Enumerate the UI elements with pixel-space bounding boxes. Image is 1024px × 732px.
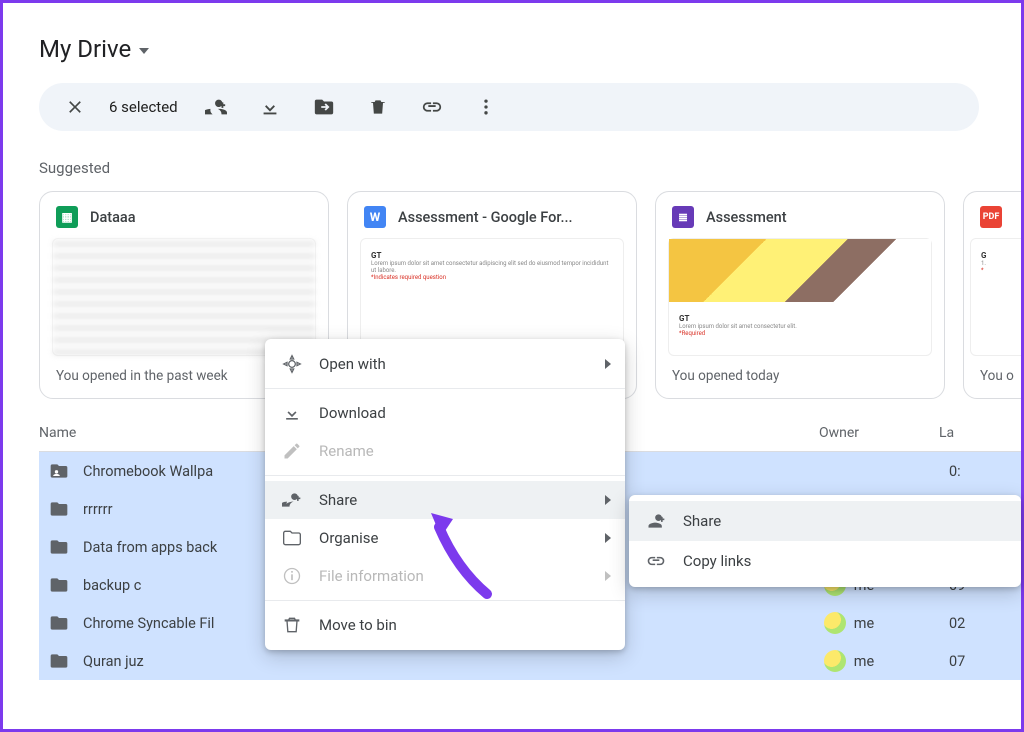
suggested-heading: Suggested — [39, 159, 1021, 177]
column-owner[interactable]: Owner — [739, 425, 939, 441]
card-title: Assessment — [706, 209, 787, 226]
file-name: rrrrrr — [83, 501, 112, 518]
card-preview: G1.* — [970, 238, 1021, 356]
file-name: Chrome Syncable Fil — [83, 615, 214, 632]
location-breadcrumb[interactable]: My Drive — [39, 27, 1021, 83]
trash-icon — [281, 614, 303, 636]
chevron-right-icon — [605, 495, 611, 505]
owner-name: me — [854, 653, 874, 670]
avatar — [824, 650, 846, 672]
chevron-right-icon — [605, 571, 611, 581]
file-name: Chromebook Wallpa — [83, 463, 213, 480]
last-modified: 0: — [949, 463, 1021, 480]
last-modified: 07 — [949, 653, 1021, 670]
selection-count: 6 selected — [109, 98, 178, 116]
owner-name: me — [854, 615, 874, 632]
chevron-right-icon — [605, 533, 611, 543]
chevron-right-icon — [605, 359, 611, 369]
context-menu: Open with Download Rename Share Organise… — [265, 339, 625, 650]
more-actions-button[interactable] — [466, 87, 506, 127]
ctx-label: Copy links — [683, 552, 751, 570]
pdf-icon: PDF — [980, 206, 1002, 228]
last-modified: 02 — [949, 615, 1021, 632]
column-last[interactable]: La — [939, 425, 1021, 441]
suggested-card[interactable]: ≣ Assessment GTLorem ipsum dolor sit ame… — [655, 191, 945, 399]
suggested-card[interactable]: PDF G1.* You o — [963, 191, 1021, 399]
ctx-rename: Rename — [265, 432, 625, 470]
shared-folder-icon — [49, 461, 69, 481]
card-title: Dataaa — [90, 209, 136, 226]
ctx-label: Open with — [319, 355, 386, 373]
card-title: Assessment - Google For... — [398, 209, 573, 226]
ctx-label: Share — [319, 491, 357, 509]
file-name: Data from apps back — [83, 539, 217, 556]
rename-icon — [281, 440, 303, 462]
ctx-label: Download — [319, 404, 386, 422]
folder-icon — [49, 651, 69, 671]
selection-toolbar: 6 selected — [39, 83, 979, 131]
download-icon — [281, 402, 303, 424]
open-with-icon — [281, 353, 303, 375]
link-icon — [645, 550, 667, 572]
folder-icon — [49, 537, 69, 557]
delete-button[interactable] — [358, 87, 398, 127]
file-name: backup c — [83, 577, 141, 594]
info-icon — [281, 565, 303, 587]
avatar — [824, 612, 846, 634]
clear-selection-button[interactable] — [55, 87, 95, 127]
card-footer: You opened today — [656, 356, 944, 398]
person-add-icon — [281, 489, 303, 511]
ctx-label: Share — [683, 512, 721, 530]
person-add-icon — [645, 510, 667, 532]
submenu-share[interactable]: Share — [629, 501, 1021, 541]
card-preview: GTLorem ipsum dolor sit amet consectetur… — [668, 238, 932, 356]
move-button[interactable] — [304, 87, 344, 127]
ctx-label: Rename — [319, 442, 374, 460]
chevron-down-icon — [139, 48, 149, 54]
get-link-button[interactable] — [412, 87, 452, 127]
folder-icon — [281, 527, 303, 549]
folder-icon — [49, 575, 69, 595]
forms-icon: ≣ — [672, 206, 694, 228]
folder-icon — [49, 613, 69, 633]
docs-icon: W — [364, 206, 386, 228]
share-submenu: Share Copy links — [629, 495, 1021, 587]
share-button[interactable] — [196, 87, 236, 127]
folder-icon — [49, 499, 69, 519]
ctx-label: Organise — [319, 529, 378, 547]
card-footer: You o — [964, 356, 1021, 398]
ctx-share[interactable]: Share — [265, 481, 625, 519]
submenu-copy-links[interactable]: Copy links — [629, 541, 1021, 581]
sheets-icon: ▦ — [56, 206, 78, 228]
file-name: Quran juz — [83, 653, 144, 670]
ctx-file-info: File information — [265, 557, 625, 595]
ctx-organise[interactable]: Organise — [265, 519, 625, 557]
download-button[interactable] — [250, 87, 290, 127]
ctx-download[interactable]: Download — [265, 394, 625, 432]
ctx-label: File information — [319, 567, 424, 585]
ctx-move-to-bin[interactable]: Move to bin — [265, 606, 625, 644]
page-title: My Drive — [39, 35, 131, 63]
ctx-open-with[interactable]: Open with — [265, 345, 625, 383]
ctx-label: Move to bin — [319, 616, 397, 634]
